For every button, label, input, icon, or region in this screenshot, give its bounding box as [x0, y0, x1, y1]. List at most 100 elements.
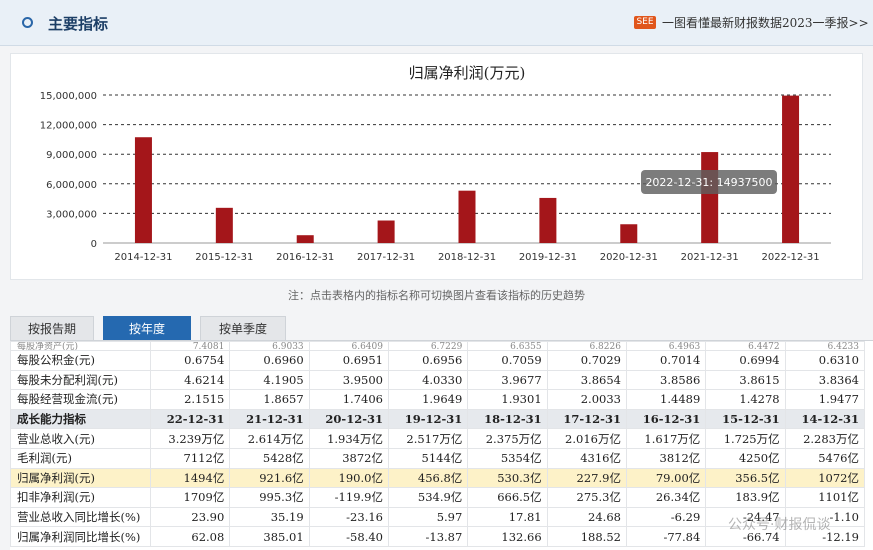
table-cell: 456.8亿: [387, 467, 469, 489]
table-row: 毛利润(元) 7112亿 5428亿 3872亿 5144亿 5354亿 4316亿 3812…: [10, 447, 866, 469]
table-cell: 3.9500: [308, 369, 389, 391]
table-cell: 1.9649: [387, 389, 469, 410]
table-row: 每股公积金(元) 0.6754 0.6960 0.6951 0.6956 0.7059 0.…: [10, 350, 866, 371]
table-cell: 17.81: [467, 506, 548, 528]
table-row: 归属净利润(元) 1494亿 921.6亿 190.0亿 456.8亿 530.3亿 227…: [10, 467, 866, 489]
x-tick-label: 2019-12-31: [519, 252, 577, 263]
table-cell: 24.68: [546, 506, 627, 528]
net-profit-bar-chart: 归属净利润(万元) 0 3,000,000 6,000,000 9,000,000 12,…: [40, 64, 831, 263]
table-row-clipped: 每股净资产(元) 7.4081 6.9033 6.6409 6.7229 6.6355 6.…: [10, 341, 866, 351]
indicator-name[interactable]: 每股公积金(元): [10, 350, 151, 371]
table-cell: -23.16: [308, 506, 389, 528]
table-cell: 995.3亿: [229, 487, 310, 508]
table-cell: 3.8654: [546, 369, 627, 391]
table-cell: 2.283万亿: [784, 428, 866, 449]
bar: [134, 137, 152, 243]
table-cell: 0.6310: [784, 350, 866, 371]
table-cell: 921.6亿: [229, 467, 310, 489]
y-tick-label: 9,000,000: [46, 150, 97, 161]
table-cell: 2.1515: [149, 389, 231, 410]
table-cell: 385.01: [229, 526, 310, 547]
bar: [539, 197, 557, 243]
table-cell: 1101亿: [784, 487, 866, 508]
table-cell: 21-12-31: [229, 408, 310, 430]
table-cell: 7112亿: [149, 447, 231, 469]
indicator-name[interactable]: 毛利润(元): [10, 447, 151, 469]
table-cell: 3872亿: [308, 447, 389, 469]
table-cell: 1.4278: [705, 389, 786, 410]
indicator-name[interactable]: 营业总收入(元): [10, 428, 151, 449]
table-cell: 0.6754: [149, 350, 231, 371]
table-cell: 0.7029: [546, 350, 627, 371]
table-cell: 18-12-31: [467, 408, 548, 430]
tab-by-year[interactable]: 按年度: [103, 316, 191, 340]
indicator-name[interactable]: 扣非净利润(元): [10, 487, 151, 508]
table-cell: 3.8364: [784, 369, 866, 391]
table-cell: 6.7229: [387, 341, 469, 351]
table-cell: 5144亿: [387, 447, 469, 469]
table-section-header: 成长能力指标 22-12-31 21-12-31 20-12-31 19-12-31 18…: [10, 408, 866, 430]
table-cell: 188.52: [546, 526, 627, 547]
x-tick-label: 2020-12-31: [600, 252, 658, 263]
section-header: 主要指标 SEE 一图看懂最新财报数据2023一季报>>: [0, 0, 873, 46]
table-cell: 23.90: [149, 506, 231, 528]
tab-by-report-period[interactable]: 按报告期: [10, 316, 94, 340]
table-cell: 6.9033: [229, 341, 310, 351]
report-summary-link[interactable]: 一图看懂最新财报数据2023一季报>>: [662, 14, 869, 31]
x-tick-label: 2018-12-31: [438, 252, 496, 263]
chart-tooltip-text: 2022-12-31: 14937500: [645, 176, 772, 189]
table-cell: 26.34亿: [625, 487, 707, 508]
bar: [377, 220, 395, 243]
x-tick-label: 2022-12-31: [761, 252, 819, 263]
table-cell: 16-12-31: [625, 408, 707, 430]
chart-hint: 注：点击表格内的指标名称可切换图片查看该指标的历史趋势: [288, 289, 585, 302]
table-cell: 0.7059: [467, 350, 548, 371]
table-cell: -13.87: [387, 526, 469, 547]
bar: [701, 152, 719, 243]
table-cell: 2.016万亿: [546, 428, 627, 449]
indicator-name[interactable]: 每股经营现金流(元): [10, 389, 151, 410]
table-cell: 6.6409: [308, 341, 389, 351]
table-cell: 190.0亿: [308, 467, 389, 489]
table-cell: 5354亿: [467, 447, 548, 469]
table-cell: 1072亿: [784, 467, 866, 489]
tab-by-quarter[interactable]: 按单季度: [200, 316, 286, 340]
x-tick-label: 2014-12-31: [114, 252, 172, 263]
table-cell: 1709亿: [149, 487, 231, 508]
circle-bullet-icon: [22, 17, 33, 28]
table-cell: 3.9677: [467, 369, 548, 391]
y-tick-label: 15,000,000: [40, 91, 97, 102]
table-cell: 1.7406: [308, 389, 389, 410]
table-cell: 15-12-31: [705, 408, 786, 430]
indicator-name: 成长能力指标: [10, 408, 151, 430]
table-cell: 3.239万亿: [149, 428, 231, 449]
bar: [215, 207, 233, 243]
table-row: 扣非净利润(元) 1709亿 995.3亿 -119.9亿 534.9亿 666.5亿 27…: [10, 487, 866, 508]
indicator-name[interactable]: 归属净利润同比增长(%): [10, 526, 151, 547]
bar: [782, 95, 800, 243]
bar: [620, 224, 638, 243]
table-cell: 5.97: [387, 506, 469, 528]
y-tick-label: 0: [91, 239, 97, 250]
table-cell: -58.40: [308, 526, 389, 547]
table-cell: -77.84: [625, 526, 707, 547]
table-cell: 62.08: [149, 526, 231, 547]
table-cell: 666.5亿: [467, 487, 548, 508]
table-cell: 4.0330: [387, 369, 469, 391]
table-cell: 1.617万亿: [625, 428, 707, 449]
indicator-name[interactable]: 每股净资产(元): [10, 341, 151, 351]
indicator-name[interactable]: 营业总收入同比增长(%): [10, 506, 151, 528]
table-cell: 5428亿: [229, 447, 310, 469]
table-row: 每股未分配利润(元) 4.6214 4.1905 3.9500 4.0330 3.9677…: [10, 369, 866, 391]
x-tick-label: 2017-12-31: [357, 252, 415, 263]
table-cell: 1.9301: [467, 389, 548, 410]
table-cell: 534.9亿: [387, 487, 469, 508]
table-cell: 1.934万亿: [308, 428, 389, 449]
indicator-name[interactable]: 归属净利润(元): [10, 467, 151, 489]
table-cell: 1.9477: [784, 389, 866, 410]
indicator-name[interactable]: 每股未分配利润(元): [10, 369, 151, 391]
table-cell: 1.725万亿: [705, 428, 786, 449]
table-cell: 2.375万亿: [467, 428, 548, 449]
chart-panel: 归属净利润(万元) 0 3,000,000 6,000,000 9,000,000 12,…: [10, 53, 863, 280]
table-cell: 0.6994: [705, 350, 786, 371]
